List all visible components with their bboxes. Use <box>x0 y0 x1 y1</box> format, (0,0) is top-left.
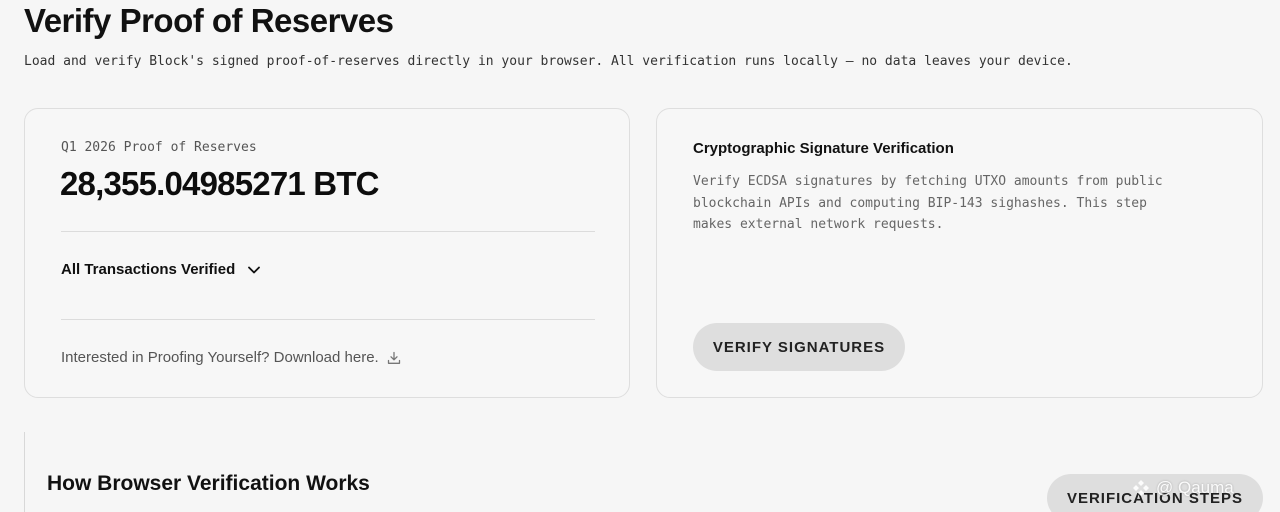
chevron-down-icon <box>248 266 261 273</box>
divider <box>61 319 595 320</box>
description-line: blockchain APIs and computing BIP-143 si… <box>693 195 1147 211</box>
signature-verification-card: Cryptographic Signature Verification Ver… <box>656 108 1263 398</box>
page-title: Verify Proof of Reserves <box>24 2 394 39</box>
reserves-card: Q1 2026 Proof of Reserves 28,355.0498527… <box>24 108 630 398</box>
download-link-text: Interested in Proofing Yourself? Downloa… <box>61 349 379 366</box>
divider <box>61 231 595 232</box>
signature-card-title: Cryptographic Signature Verification <box>693 140 954 157</box>
reserves-amount: 28,355.04985271 BTC <box>60 165 380 202</box>
description-line: makes external network requests. <box>693 217 944 232</box>
reserves-period-label: Q1 2026 Proof of Reserves <box>61 140 257 155</box>
verify-signatures-button[interactable]: VERIFY SIGNATURES <box>693 323 905 371</box>
signature-card-description: Verify ECDSA signatures by fetching UTXO… <box>693 171 1213 236</box>
transactions-verified-toggle[interactable]: All Transactions Verified <box>61 261 261 278</box>
page-subtitle: Load and verify Block's signed proof-of-… <box>24 54 1073 69</box>
description-line: Verify ECDSA signatures by fetching UTXO… <box>693 174 1163 189</box>
download-link[interactable]: Interested in Proofing Yourself? Downloa… <box>61 349 401 366</box>
section-border <box>24 432 25 512</box>
transactions-verified-label: All Transactions Verified <box>61 261 236 278</box>
watermark: @ Qauma <box>1132 478 1234 498</box>
how-verification-works-title: How Browser Verification Works <box>47 472 370 495</box>
watermark-logo-icon <box>1133 480 1149 496</box>
watermark-text: @ Qauma <box>1156 478 1234 497</box>
download-icon <box>387 351 400 364</box>
